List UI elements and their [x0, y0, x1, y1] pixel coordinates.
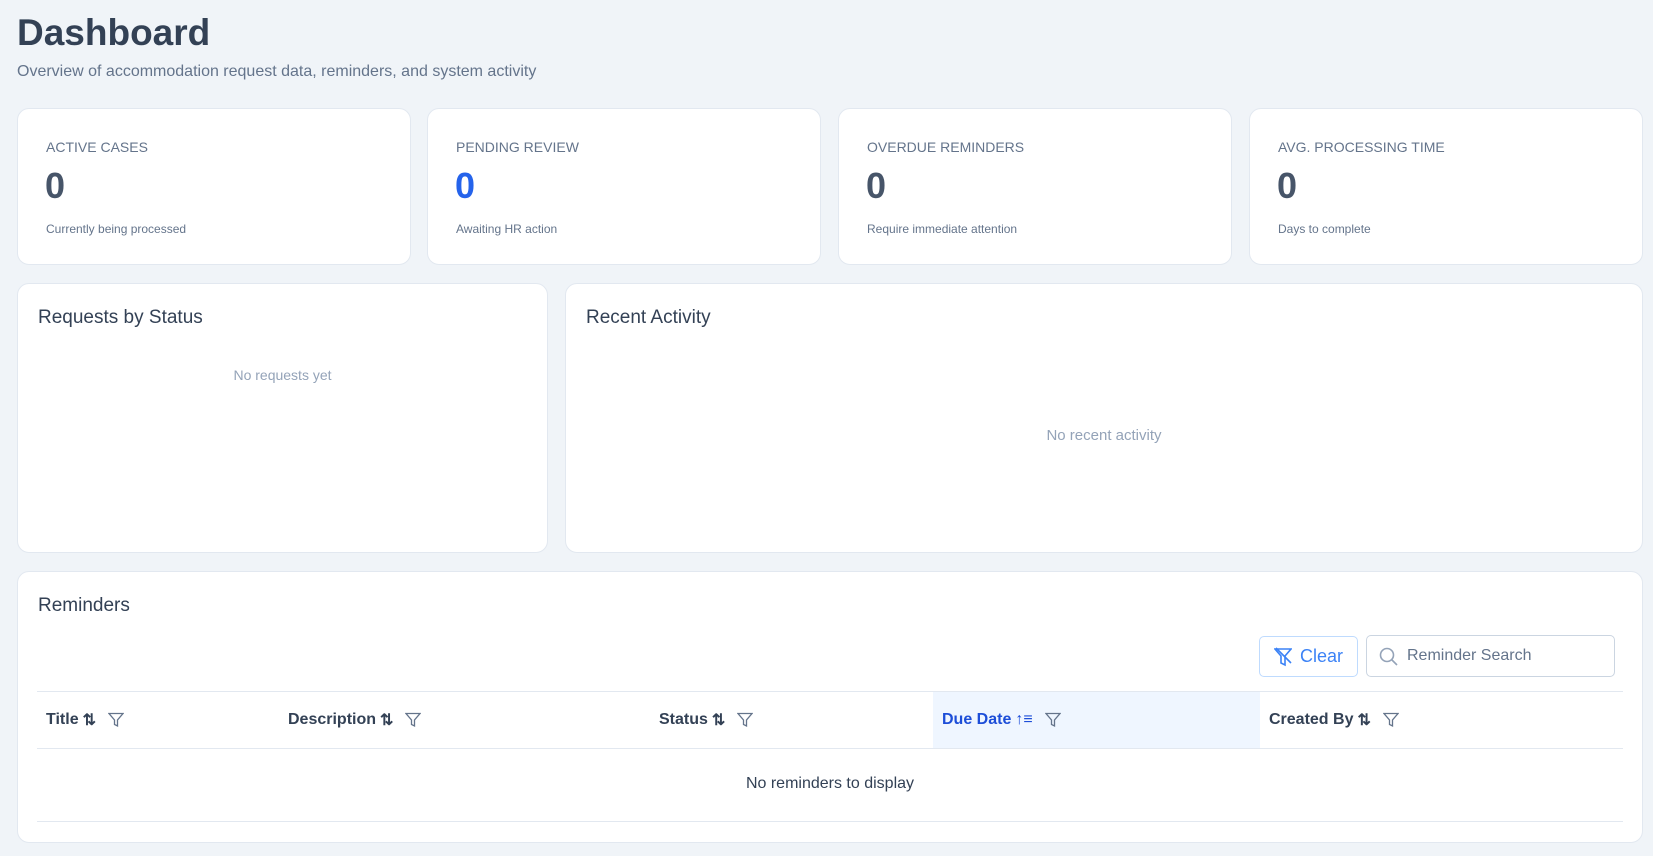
stat-desc: Days to complete	[1278, 222, 1371, 236]
empty-message: No recent activity	[1046, 427, 1162, 444]
filter-icon[interactable]	[1044, 712, 1061, 728]
reminder-search[interactable]	[1366, 635, 1615, 677]
clear-filters-button[interactable]: Clear	[1259, 636, 1358, 677]
stat-value: 0	[1277, 165, 1298, 206]
stat-value: 0	[455, 165, 476, 206]
sort-icon[interactable]: ⇅	[1357, 710, 1370, 730]
stat-desc: Require immediate attention	[867, 222, 1018, 236]
recent-activity-panel: Recent Activity No recent activity	[565, 283, 1643, 553]
sort-icon[interactable]: ⇅	[380, 710, 393, 730]
filter-icon[interactable]	[737, 712, 754, 728]
column-header-description[interactable]: Description ⇅	[279, 692, 650, 748]
filter-icon[interactable]	[1382, 712, 1399, 728]
search-icon	[1379, 647, 1398, 666]
panel-title: Requests by Status	[38, 307, 203, 328]
column-label: Title	[46, 711, 79, 728]
column-header-due-date[interactable]: Due Date ↑≡	[933, 692, 1260, 748]
stat-label: PENDING REVIEW	[456, 139, 579, 155]
empty-message: No requests yet	[233, 367, 332, 383]
stat-card-avg-processing-time: AVG. PROCESSING TIME 0 Days to complete	[1249, 108, 1643, 265]
sort-icon[interactable]: ⇅	[712, 710, 725, 730]
stat-card-overdue-reminders: OVERDUE REMINDERS 0 Require immediate at…	[838, 108, 1232, 265]
stat-desc: Currently being processed	[46, 222, 187, 236]
stat-label: OVERDUE REMINDERS	[867, 139, 1025, 155]
clear-label: Clear	[1299, 646, 1343, 666]
stat-card-pending-review: PENDING REVIEW 0 Awaiting HR action	[427, 108, 821, 265]
filter-icon[interactable]	[405, 712, 422, 728]
sort-ascending-icon[interactable]: ↑≡	[1015, 711, 1032, 729]
empty-table-message: No reminders to display	[37, 749, 1623, 822]
stat-label: AVG. PROCESSING TIME	[1278, 139, 1445, 155]
requests-by-status-panel: Requests by Status No requests yet	[17, 283, 548, 553]
stat-value: 0	[45, 165, 66, 206]
reminder-search-input[interactable]	[1407, 636, 1607, 676]
panel-title: Recent Activity	[586, 307, 711, 328]
stat-value: 0	[866, 165, 887, 206]
column-label: Status	[659, 711, 708, 728]
column-header-title[interactable]: Title ⇅	[37, 692, 279, 748]
stat-label: ACTIVE CASES	[46, 139, 148, 155]
panel-title: Reminders	[38, 595, 130, 616]
column-label: Created By	[1269, 711, 1354, 728]
column-header-created-by[interactable]: Created By ⇅	[1260, 692, 1623, 748]
page-subtitle: Overview of accommodation request data, …	[17, 63, 537, 80]
filter-icon[interactable]	[108, 712, 125, 728]
filter-slash-icon	[1273, 646, 1292, 666]
stat-card-active-cases: ACTIVE CASES 0 Currently being processed	[17, 108, 411, 265]
reminders-table-header: Title ⇅ Description ⇅ Status ⇅ Due Date ↑≡ C…	[37, 691, 1623, 749]
stat-desc: Awaiting HR action	[456, 222, 558, 236]
column-header-status[interactable]: Status ⇅	[650, 692, 933, 748]
sort-icon[interactable]: ⇅	[83, 710, 96, 730]
page-title: Dashboard	[17, 12, 211, 53]
column-label: Due Date	[942, 711, 1012, 728]
column-label: Description	[288, 711, 377, 728]
